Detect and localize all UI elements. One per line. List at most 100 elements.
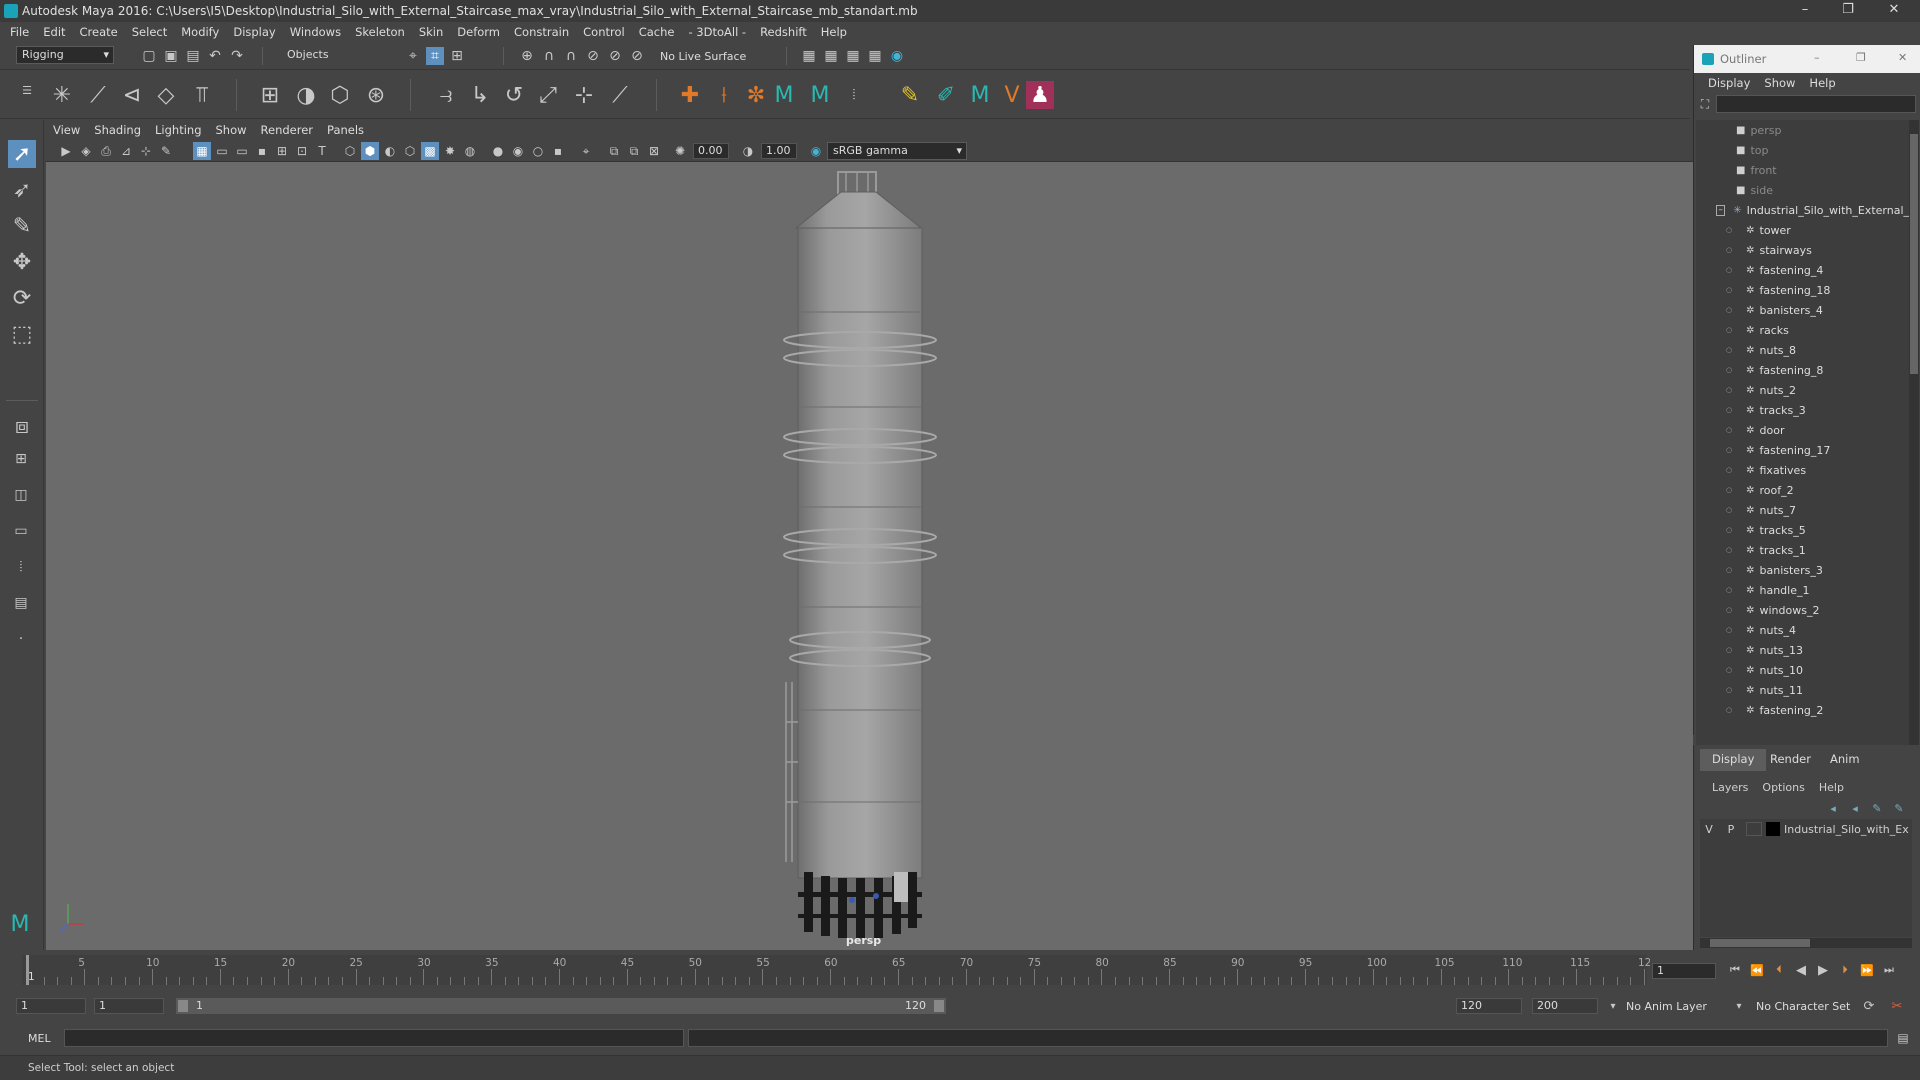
layer-visibility-toggle[interactable]: V xyxy=(1700,823,1718,836)
outliner-item[interactable]: ○ ✲ tracks_5 xyxy=(1696,520,1909,540)
new-layer-selected-icon[interactable]: ✎ xyxy=(1890,799,1908,817)
lasso-tool-icon[interactable]: ➶ xyxy=(8,176,36,204)
render-view-icon[interactable]: ◉ xyxy=(888,47,906,65)
aim-constraint-icon[interactable]: ⊹ xyxy=(570,81,598,109)
hypershade-icon[interactable]: ▦ xyxy=(866,47,884,65)
outliner-item[interactable]: ○ ✲ banisters_3 xyxy=(1696,560,1909,580)
step-forward-icon[interactable]: ⏩ xyxy=(1858,961,1876,979)
camera-select-icon[interactable]: ▶ xyxy=(57,142,75,160)
menu-modify[interactable]: Modify xyxy=(181,25,219,39)
blendshape-icon[interactable]: ⊛ xyxy=(362,81,390,109)
outliner-item[interactable]: ○ ✲ tracks_3 xyxy=(1696,400,1909,420)
step-back-icon[interactable]: ⏪ xyxy=(1748,961,1766,979)
outliner-item[interactable]: ○ ✲ nuts_11 xyxy=(1696,680,1909,700)
layer-color-swatch[interactable] xyxy=(1766,822,1780,836)
anti-alias-icon[interactable]: ⊠ xyxy=(645,142,663,160)
xray-active-icon[interactable]: ◉ xyxy=(509,142,527,160)
single-view-icon[interactable]: ⧈ xyxy=(8,412,36,440)
silo-model[interactable] xyxy=(46,162,1693,950)
shelf-script-icon-4[interactable]: ✎ xyxy=(896,81,924,109)
outliner-item[interactable]: ○ ✲ nuts_7 xyxy=(1696,500,1909,520)
outliner-search-input[interactable] xyxy=(1716,95,1916,113)
snap-curve-icon[interactable]: ∩ xyxy=(540,47,558,65)
layer-type-toggle[interactable] xyxy=(1746,822,1762,836)
grid-toggle-icon[interactable]: ▦ xyxy=(193,142,211,160)
field-chart-icon[interactable]: ⊞ xyxy=(273,142,291,160)
save-scene-icon[interactable]: ▤ xyxy=(184,47,202,65)
menu-skin[interactable]: Skin xyxy=(419,25,443,39)
viewport-menu-show[interactable]: Show xyxy=(216,123,247,137)
textured-icon[interactable]: ▩ xyxy=(421,142,439,160)
open-scene-icon[interactable]: ▣ xyxy=(162,47,180,65)
xray-icon[interactable]: ● xyxy=(489,142,507,160)
outliner-item[interactable]: ○ ✲ windows_2 xyxy=(1696,600,1909,620)
menu-control[interactable]: Control xyxy=(583,25,625,39)
backface-icon[interactable]: ▪ xyxy=(549,142,567,160)
menu-select[interactable]: Select xyxy=(132,25,167,39)
menu-edit[interactable]: Edit xyxy=(43,25,65,39)
step-forward-key-icon[interactable]: ⏵ xyxy=(1836,961,1854,979)
shelf-script-icon-3[interactable]: ⦙ xyxy=(840,81,868,109)
scroll-thumb[interactable] xyxy=(1710,939,1810,947)
tab-anim[interactable]: Anim xyxy=(1818,749,1872,771)
shelf-plugin-icon[interactable]: ♟ xyxy=(1026,81,1054,109)
move-layer-up-icon[interactable]: ◂ xyxy=(1824,799,1842,817)
shadows-icon[interactable]: ◍ xyxy=(461,142,479,160)
outliner-item[interactable]: ○ ✲ nuts_4 xyxy=(1696,620,1909,640)
outliner-item[interactable]: ○ ✲ nuts_10 xyxy=(1696,660,1909,680)
outliner-item[interactable]: ○ ✲ nuts_13 xyxy=(1696,640,1909,660)
camera-lock-icon[interactable]: ◈ xyxy=(77,142,95,160)
wireframe-icon[interactable]: ⬡ xyxy=(341,142,359,160)
layer-row[interactable]: V P Industrial_Silo_with_Ex xyxy=(1700,819,1912,839)
animation-start-field[interactable]: 1 xyxy=(16,998,86,1014)
outliner-layout-icon[interactable]: ▭ xyxy=(12,522,30,540)
script-editor-icon[interactable]: ▤ xyxy=(1894,1029,1912,1047)
step-back-key-icon[interactable]: ⏴ xyxy=(1770,961,1788,979)
cluster-icon[interactable]: ◑ xyxy=(292,81,320,109)
ik-handle-icon[interactable]: ⟋ xyxy=(84,81,112,109)
shelf-options-icon[interactable]: ☰ xyxy=(18,81,36,99)
menu-display[interactable]: Display xyxy=(233,25,275,39)
bind-skin-icon[interactable]: ◇ xyxy=(152,81,180,109)
tab-render[interactable]: Render xyxy=(1758,749,1823,771)
hud-icon[interactable]: ⧉ xyxy=(605,142,623,160)
outliner-filter-icon[interactable]: ⛶ xyxy=(1696,95,1714,113)
xray-joints-icon[interactable]: ○ xyxy=(529,142,547,160)
menu-file[interactable]: File xyxy=(10,25,29,39)
command-input[interactable] xyxy=(64,1029,684,1047)
playback-start-field[interactable]: 1 xyxy=(94,998,164,1014)
ipr-render-icon[interactable]: ▦ xyxy=(822,47,840,65)
exposure-icon[interactable]: ✺ xyxy=(671,142,689,160)
layer-playback-toggle[interactable]: P xyxy=(1722,823,1740,836)
script-icon-2[interactable]: ✼ xyxy=(742,81,770,109)
layer-menu-layers[interactable]: Layers xyxy=(1712,781,1748,794)
parent-constraint-icon[interactable]: ⥽ xyxy=(432,81,460,109)
menu-deform[interactable]: Deform xyxy=(457,25,500,39)
outliner-item[interactable]: ○ ✲ banisters_4 xyxy=(1696,300,1909,320)
outliner-item[interactable]: ○ ✲ racks xyxy=(1696,320,1909,340)
film-gate-icon[interactable]: ▭ xyxy=(213,142,231,160)
viewport-menu-renderer[interactable]: Renderer xyxy=(261,123,314,137)
viewport-menu-lighting[interactable]: Lighting xyxy=(155,123,201,137)
outliner-item[interactable]: ○ ✲ stairways xyxy=(1696,240,1909,260)
render-frame-icon[interactable]: ▦ xyxy=(800,47,818,65)
move-tool-icon[interactable]: ✥ xyxy=(8,248,36,276)
menu-cache[interactable]: Cache xyxy=(639,25,675,39)
layer-horizontal-scrollbar[interactable] xyxy=(1700,938,1912,948)
outliner-item[interactable]: ○ ✲ tracks_1 xyxy=(1696,540,1909,560)
rotate-tool-icon[interactable]: ⟳ xyxy=(8,284,36,312)
shelf-script-icon-5[interactable]: ✐ xyxy=(932,81,960,109)
wrap-icon[interactable]: ⬡ xyxy=(326,81,354,109)
outliner-item[interactable]: ○ ✲ fastening_18 xyxy=(1696,280,1909,300)
grease-pencil-icon[interactable]: ✎ xyxy=(157,142,175,160)
menu-constrain[interactable]: Constrain xyxy=(514,25,569,39)
new-scene-icon[interactable]: ▢ xyxy=(140,47,158,65)
two-view-icon[interactable]: ◫ xyxy=(12,486,30,504)
outliner-item-camera[interactable]: ■ persp xyxy=(1696,120,1909,140)
layer-menu-help[interactable]: Help xyxy=(1819,781,1844,794)
paint-weights-icon[interactable]: ⫪ xyxy=(188,81,216,109)
menu-create[interactable]: Create xyxy=(80,25,118,39)
new-layer-icon[interactable]: ✎ xyxy=(1868,799,1886,817)
menu-3dtoall[interactable]: - 3DtoAll - xyxy=(688,25,746,39)
select-hierarchy-icon[interactable]: ⌖ xyxy=(404,47,422,65)
